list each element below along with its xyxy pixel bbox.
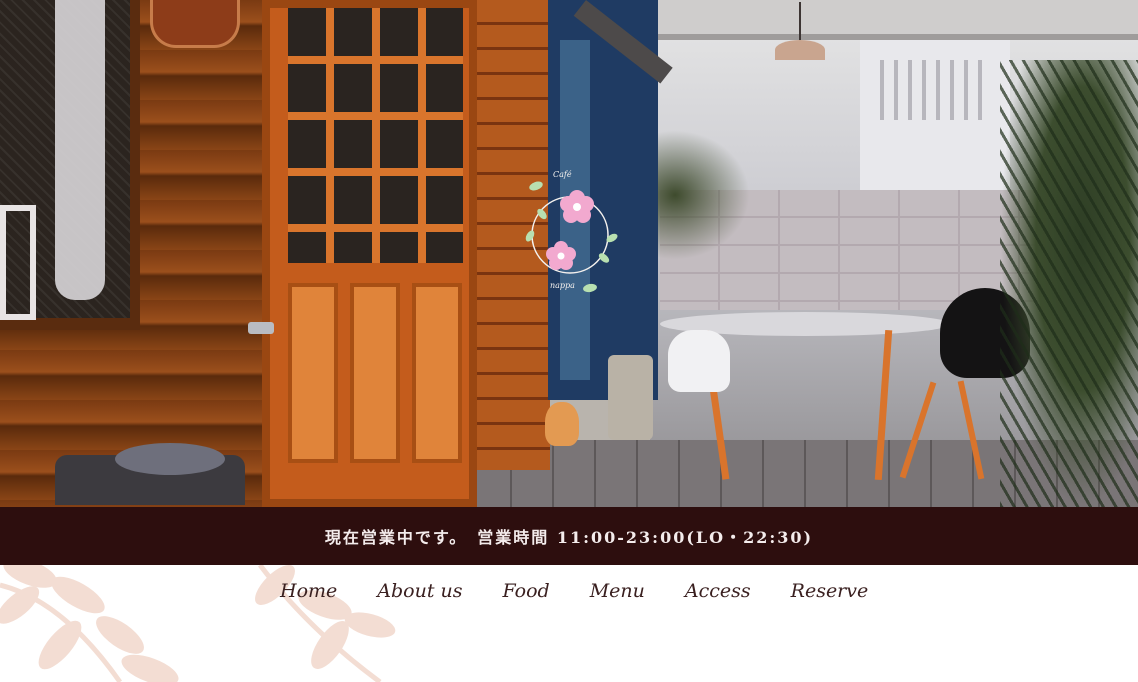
nav-menu-link[interactable]: Menu [590,580,645,602]
background-building [860,40,1010,200]
nav-reserve-link[interactable]: Reserve [791,580,869,602]
site-logo[interactable]: Café nappa [520,160,620,300]
business-hours-text: 現在営業中です。 営業時間 11:00-23:00(LO・22:30) [324,528,814,547]
nav-food-link[interactable]: Food [503,580,550,602]
nav-home-link[interactable]: Home [280,580,337,602]
pergola [600,0,1138,40]
pendant-lamp [775,2,825,60]
lace-curtain [55,0,105,300]
door-hinge [248,322,274,334]
plant-pot [608,355,653,440]
picture-frame [0,205,36,320]
nav-about-link[interactable]: About us [377,580,462,602]
logo-text-bottom: nappa [550,281,575,290]
foliage [1000,60,1138,507]
flower-wreath-logo-icon: Café nappa [525,170,618,293]
wooden-sign [150,0,240,48]
door-glass [288,8,463,263]
front-door [262,0,477,507]
floor-lamp [545,402,579,446]
planter-box [55,443,245,505]
hero-image: Café nappa [0,0,1138,507]
nav-area: Home About us Food Menu Access Reserve [0,565,1138,682]
main-navigation: Home About us Food Menu Access Reserve [280,575,868,607]
logo-text-top: Café [553,170,572,179]
nav-access-link[interactable]: Access [685,580,751,602]
business-hours-bar: 現在営業中です。 営業時間 11:00-23:00(LO・22:30) [0,507,1138,565]
white-chair [668,330,730,392]
